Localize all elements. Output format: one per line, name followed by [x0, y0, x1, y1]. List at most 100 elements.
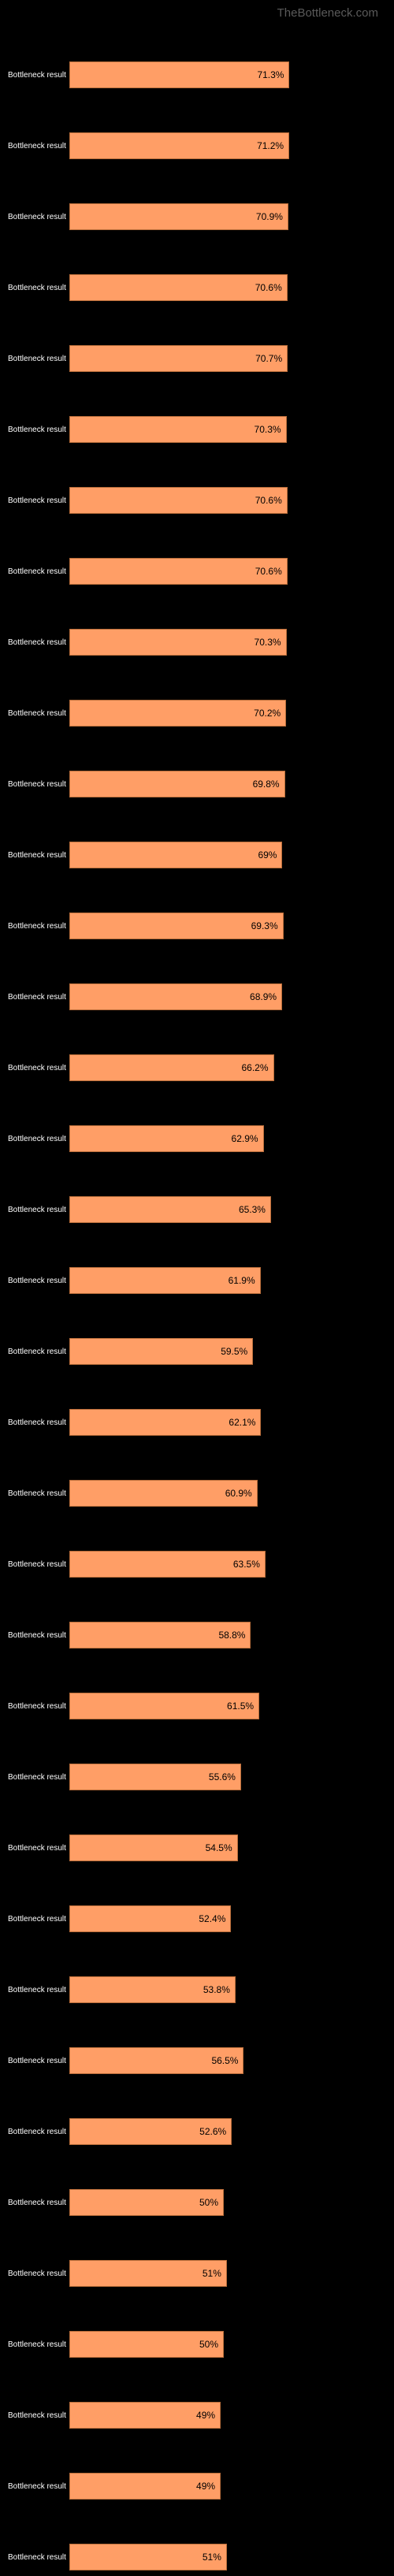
chart-container: Bottleneck result71.3%Bottleneck result7…	[0, 23, 394, 2571]
bar-label: Bottleneck result	[8, 2411, 69, 2420]
bar-wrapper: 50%	[69, 2331, 378, 2358]
bar-wrapper: 52.4%	[69, 1905, 378, 1932]
bar-group: Bottleneck result54.5%	[8, 1796, 378, 1862]
bar: 54.5%	[69, 1834, 238, 1861]
bar-spacer	[8, 1796, 378, 1834]
bar: 70.6%	[69, 274, 288, 301]
bar: 70.2%	[69, 700, 286, 727]
bar-label: Bottleneck result	[8, 780, 69, 789]
bar-wrapper: 58.8%	[69, 1622, 378, 1649]
bar-label: Bottleneck result	[8, 993, 69, 1002]
bar-label: Bottleneck result	[8, 426, 69, 434]
bar-group: Bottleneck result 71.3%	[8, 23, 378, 89]
bar-spacer	[8, 1725, 378, 1763]
bar-spacer	[8, 1370, 378, 1408]
bar-wrapper: 51%	[69, 2544, 378, 2570]
bar-spacer	[8, 165, 378, 203]
bar-spacer	[8, 307, 378, 344]
bar-group: Bottleneck result69%	[8, 803, 378, 869]
bar-row: Bottleneck result51%	[8, 2259, 378, 2288]
bar-label: Bottleneck result	[8, 2553, 69, 2562]
bar-spacer	[8, 23, 378, 61]
bar-wrapper: 52.6%	[69, 2118, 378, 2145]
bar-label: Bottleneck result	[8, 1986, 69, 1994]
bar: 62.1%	[69, 1409, 261, 1436]
bar-group: Bottleneck result70.9%	[8, 165, 378, 231]
bar-value: 62.1%	[229, 1417, 255, 1428]
bar: 55.6%	[69, 1764, 241, 1790]
bar-row: Bottleneck result70.7%	[8, 344, 378, 373]
bar-row: Bottleneck result52.4%	[8, 1905, 378, 1933]
bar-label: Bottleneck result	[8, 1347, 69, 1356]
bar-wrapper: 62.1%	[69, 1409, 378, 1436]
bar-spacer	[8, 1158, 378, 1195]
bar-row: Bottleneck result70.6%	[8, 557, 378, 585]
bar-group: Bottleneck result50%	[8, 2292, 378, 2359]
bar: 53.8%	[69, 1976, 236, 2003]
bar-group: Bottleneck result58.8%	[8, 1583, 378, 1649]
bar-row: Bottleneck result62.9%	[8, 1124, 378, 1153]
bar-value: 54.5%	[206, 1842, 232, 1853]
bar-spacer	[8, 803, 378, 841]
bar-wrapper: 63.5%	[69, 1551, 378, 1578]
bar-wrapper: 69%	[69, 842, 378, 868]
bar-row: Bottleneck result68.9%	[8, 983, 378, 1011]
bar-value: 70.2%	[254, 708, 281, 719]
bar: 58.8%	[69, 1622, 251, 1649]
bar-value: 69.3%	[251, 920, 278, 931]
bar-label: Bottleneck result	[8, 284, 69, 292]
bar-row: Bottleneck result61.5%	[8, 1692, 378, 1720]
bar-row: Bottleneck result51%	[8, 2543, 378, 2571]
bar-label: Bottleneck result	[8, 2340, 69, 2349]
bar: 60.9%	[69, 1480, 258, 1507]
bar-label: Bottleneck result	[8, 71, 69, 80]
bar: 51%	[69, 2260, 227, 2287]
bar: 71.3%	[69, 61, 289, 88]
bar-wrapper: 50%	[69, 2189, 378, 2216]
bar-row: Bottleneck result70.3%	[8, 415, 378, 444]
bar: 61.5%	[69, 1693, 259, 1719]
bar: 50%	[69, 2189, 224, 2216]
bar: 63.5%	[69, 1551, 266, 1578]
bar-group: Bottleneck result49%	[8, 2363, 378, 2429]
bar-row: Bottleneck result50%	[8, 2330, 378, 2359]
bar-value: 71.3%	[257, 69, 284, 80]
bar-row: Bottleneck result61.9%	[8, 1266, 378, 1295]
bar-row: Bottleneck result54.5%	[8, 1834, 378, 1862]
bar-label: Bottleneck result	[8, 1064, 69, 1072]
bar-row: Bottleneck result49%	[8, 2472, 378, 2500]
bar: 52.6%	[69, 2118, 232, 2145]
bar: 69.3%	[69, 913, 284, 939]
bar: 50%	[69, 2331, 224, 2358]
bar-label: Bottleneck result	[8, 355, 69, 363]
bar-wrapper: 65.3%	[69, 1196, 378, 1223]
bar-group: Bottleneck result70.3%	[8, 377, 378, 444]
bar-wrapper: 53.8%	[69, 1976, 378, 2003]
bar-group: Bottleneck result59.5%	[8, 1299, 378, 1366]
bar-value: 70.6%	[255, 495, 282, 506]
bar-label: Bottleneck result	[8, 1631, 69, 1640]
bar-group: Bottleneck result61.5%	[8, 1654, 378, 1720]
bar-wrapper: 55.6%	[69, 1764, 378, 1790]
bar-row: Bottleneck result69%	[8, 841, 378, 869]
bar-spacer	[8, 2221, 378, 2259]
bar-group: Bottleneck result71.2%	[8, 94, 378, 160]
bar-row: Bottleneck result71.2%	[8, 132, 378, 160]
bar-label: Bottleneck result	[8, 709, 69, 718]
bar-label: Bottleneck result	[8, 2482, 69, 2491]
bar-group: Bottleneck result62.9%	[8, 1087, 378, 1153]
bar-label: Bottleneck result	[8, 1773, 69, 1782]
bar-value: 62.9%	[232, 1133, 258, 1144]
bar-row: Bottleneck result70.6%	[8, 273, 378, 302]
bar-label: Bottleneck result	[8, 1702, 69, 1711]
bar-row: Bottleneck result50%	[8, 2188, 378, 2217]
bar: 69%	[69, 842, 282, 868]
bar-wrapper: 70.3%	[69, 416, 378, 443]
bar: 66.2%	[69, 1054, 274, 1081]
bar-label: Bottleneck result	[8, 1560, 69, 1569]
bar-spacer	[8, 1583, 378, 1621]
bar: 69.8%	[69, 771, 285, 797]
bar-row: Bottleneck result49%	[8, 2401, 378, 2429]
bar-row: Bottleneck result 70.2%	[8, 699, 378, 727]
bar: 62.9%	[69, 1125, 264, 1152]
